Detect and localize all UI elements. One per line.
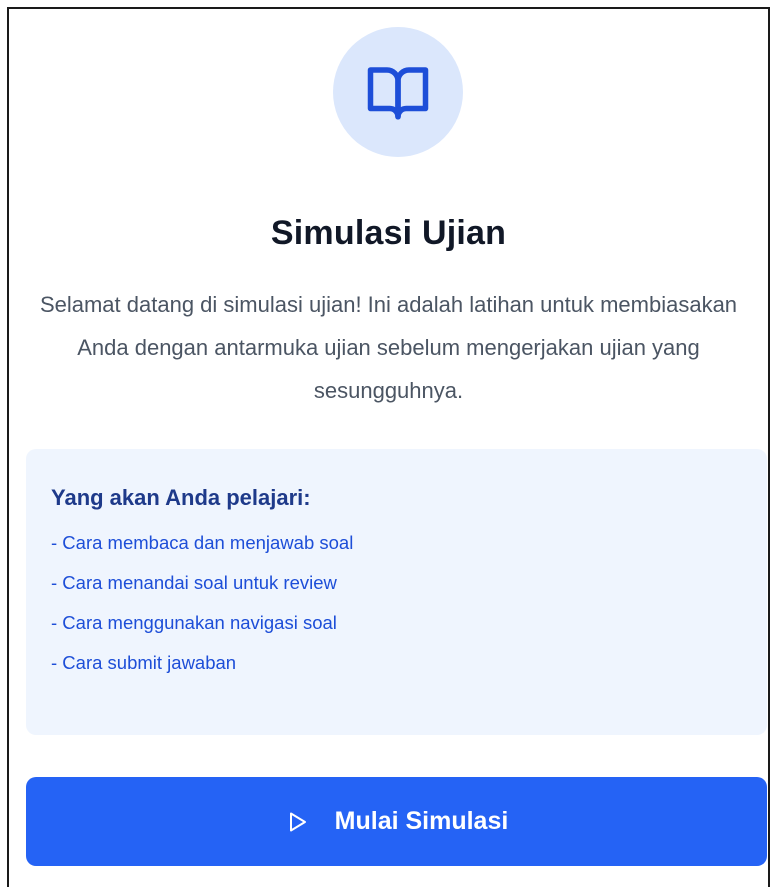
book-open-icon	[367, 67, 429, 120]
start-simulation-button[interactable]: Mulai Simulasi	[26, 777, 767, 866]
list-item: - Cara menandai soal untuk review	[51, 572, 337, 593]
info-title: Yang akan Anda pelajari:	[51, 485, 311, 510]
list-item: - Cara membaca dan menjawab soal	[51, 532, 354, 553]
list-item: - Cara submit jawaban	[51, 652, 237, 673]
welcome-description: Selamat datang di simulasi ujian! Ini ad…	[39, 292, 738, 403]
simulation-intro-card: Simulasi Ujian Selamat datang di simulas…	[7, 7, 770, 887]
list-item: - Cara menggunakan navigasi soal	[51, 612, 337, 633]
icon-badge	[333, 27, 463, 157]
play-icon	[285, 810, 309, 834]
page-title: Simulasi Ujian	[270, 214, 507, 252]
learning-list: - Cara membaca dan menjawab soal - Cara …	[51, 531, 742, 674]
start-simulation-label: Mulai Simulasi	[334, 807, 509, 835]
learning-info-box: Yang akan Anda pelajari: - Cara membaca …	[26, 449, 767, 735]
